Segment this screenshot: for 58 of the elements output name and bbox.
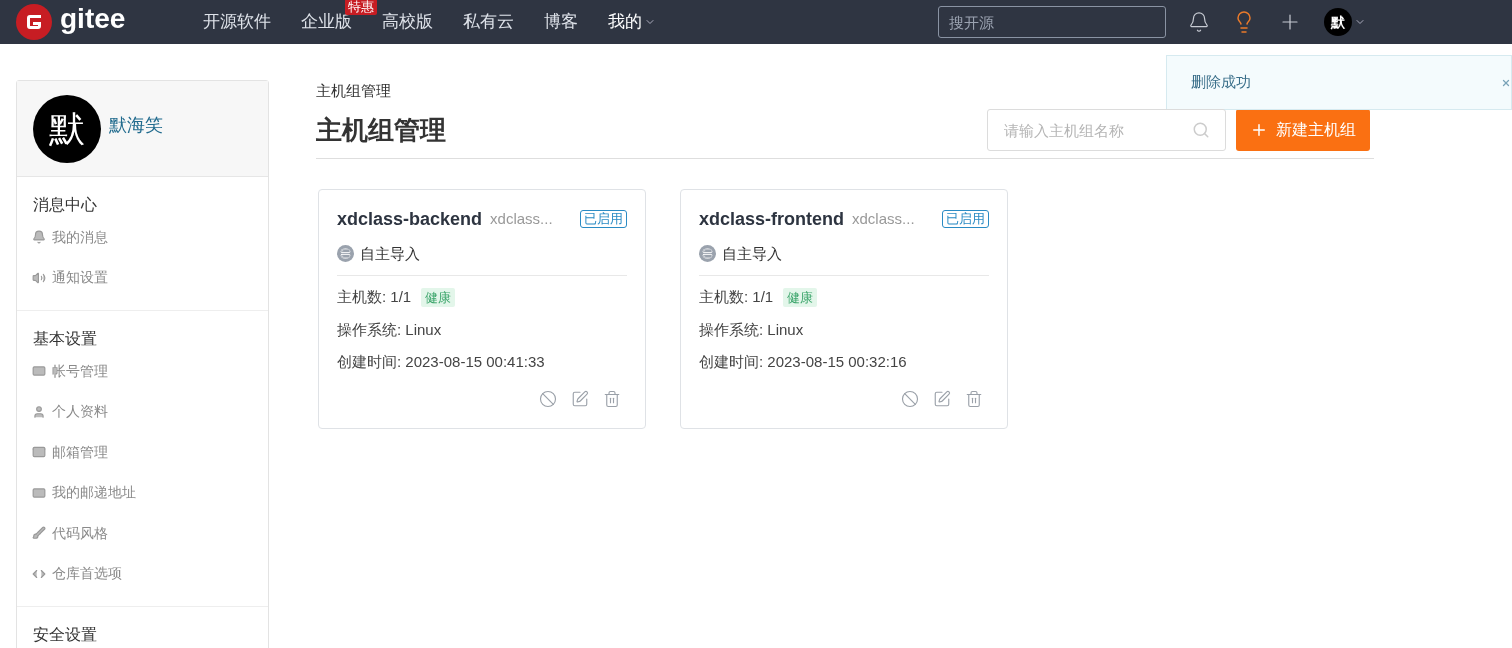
server-icon <box>337 245 354 263</box>
nav-link[interactable]: 博客 <box>544 9 578 35</box>
section-heading: 安全设置 <box>32 625 98 645</box>
sidebar-link[interactable]: 邮箱管理 <box>52 441 108 463</box>
section-heading: 基本设置 <box>32 329 98 349</box>
sidebar-link[interactable]: 通知设置 <box>52 267 108 289</box>
source-label: 自主导入 <box>360 243 420 264</box>
group-name[interactable]: xdclass-frontend <box>699 205 845 233</box>
brush-icon <box>32 526 46 541</box>
sidebar-link[interactable]: 仓库首选项 <box>52 563 122 585</box>
group-name[interactable]: xdclass-backend <box>337 205 483 233</box>
search-field[interactable]: 搜开源 <box>938 6 1166 38</box>
created-time: 创建时间: 2023-08-15 00:41:33 <box>337 352 546 372</box>
edit-icon[interactable] <box>571 389 589 408</box>
sidebar-link[interactable]: 帐号管理 <box>52 360 108 382</box>
user-avatar[interactable]: 默 <box>1324 8 1352 36</box>
edit-icon[interactable] <box>933 389 951 408</box>
plus-icon <box>1250 121 1268 139</box>
sidebar-link[interactable]: 我的消息 <box>52 226 108 248</box>
server-icon <box>699 245 716 263</box>
disable-icon[interactable] <box>901 389 919 408</box>
sidebar-link[interactable]: 我的邮递地址 <box>52 482 136 504</box>
host-count: 主机数: 1/1 <box>699 287 774 307</box>
os-label: 操作系统: Linux <box>699 319 805 340</box>
status-badge: 已启用 <box>942 210 989 228</box>
search-icon <box>1192 121 1210 139</box>
page-title: 主机组管理 <box>316 113 446 147</box>
logo-icon <box>16 4 52 40</box>
profile-avatar[interactable]: 默 <box>33 94 101 163</box>
close-icon[interactable] <box>1501 77 1511 88</box>
bell-icon <box>32 230 46 245</box>
group-search-field[interactable]: 请输入主机组名称 <box>987 109 1226 151</box>
nav-link[interactable]: 开源软件 <box>203 9 271 35</box>
disable-icon[interactable] <box>539 389 557 408</box>
username-link[interactable]: 默海笑 <box>109 112 163 139</box>
breadcrumb: 主机组管理 <box>316 81 391 101</box>
status-badge: 已启用 <box>580 210 627 228</box>
nav-link[interactable]: 我的 <box>608 9 642 35</box>
bell-icon[interactable] <box>1188 11 1210 33</box>
sidebar-link[interactable]: 代码风格 <box>52 522 108 544</box>
health-badge: 健康 <box>783 287 818 307</box>
group-subtitle: xdclass... <box>490 208 553 229</box>
health-badge: 健康 <box>421 287 456 307</box>
os-label: 操作系统: Linux <box>337 319 443 340</box>
nav-link[interactable]: 高校版 <box>382 9 433 35</box>
trash-icon[interactable] <box>603 389 621 408</box>
logo-text[interactable]: gitee <box>60 5 126 33</box>
user-icon <box>32 404 46 419</box>
source-label: 自主导入 <box>722 243 782 264</box>
trash-icon[interactable] <box>965 389 983 408</box>
created-time: 创建时间: 2023-08-15 00:32:16 <box>699 352 908 372</box>
host-count: 主机数: 1/1 <box>337 287 412 307</box>
nav-link[interactable]: 私有云 <box>463 9 514 35</box>
section-heading: 消息中心 <box>32 195 98 215</box>
group-subtitle: xdclass... <box>852 208 915 229</box>
speaker-icon <box>32 270 46 285</box>
sidebar-link[interactable]: 个人资料 <box>52 401 108 423</box>
toast-message: 删除成功 <box>1191 72 1251 93</box>
